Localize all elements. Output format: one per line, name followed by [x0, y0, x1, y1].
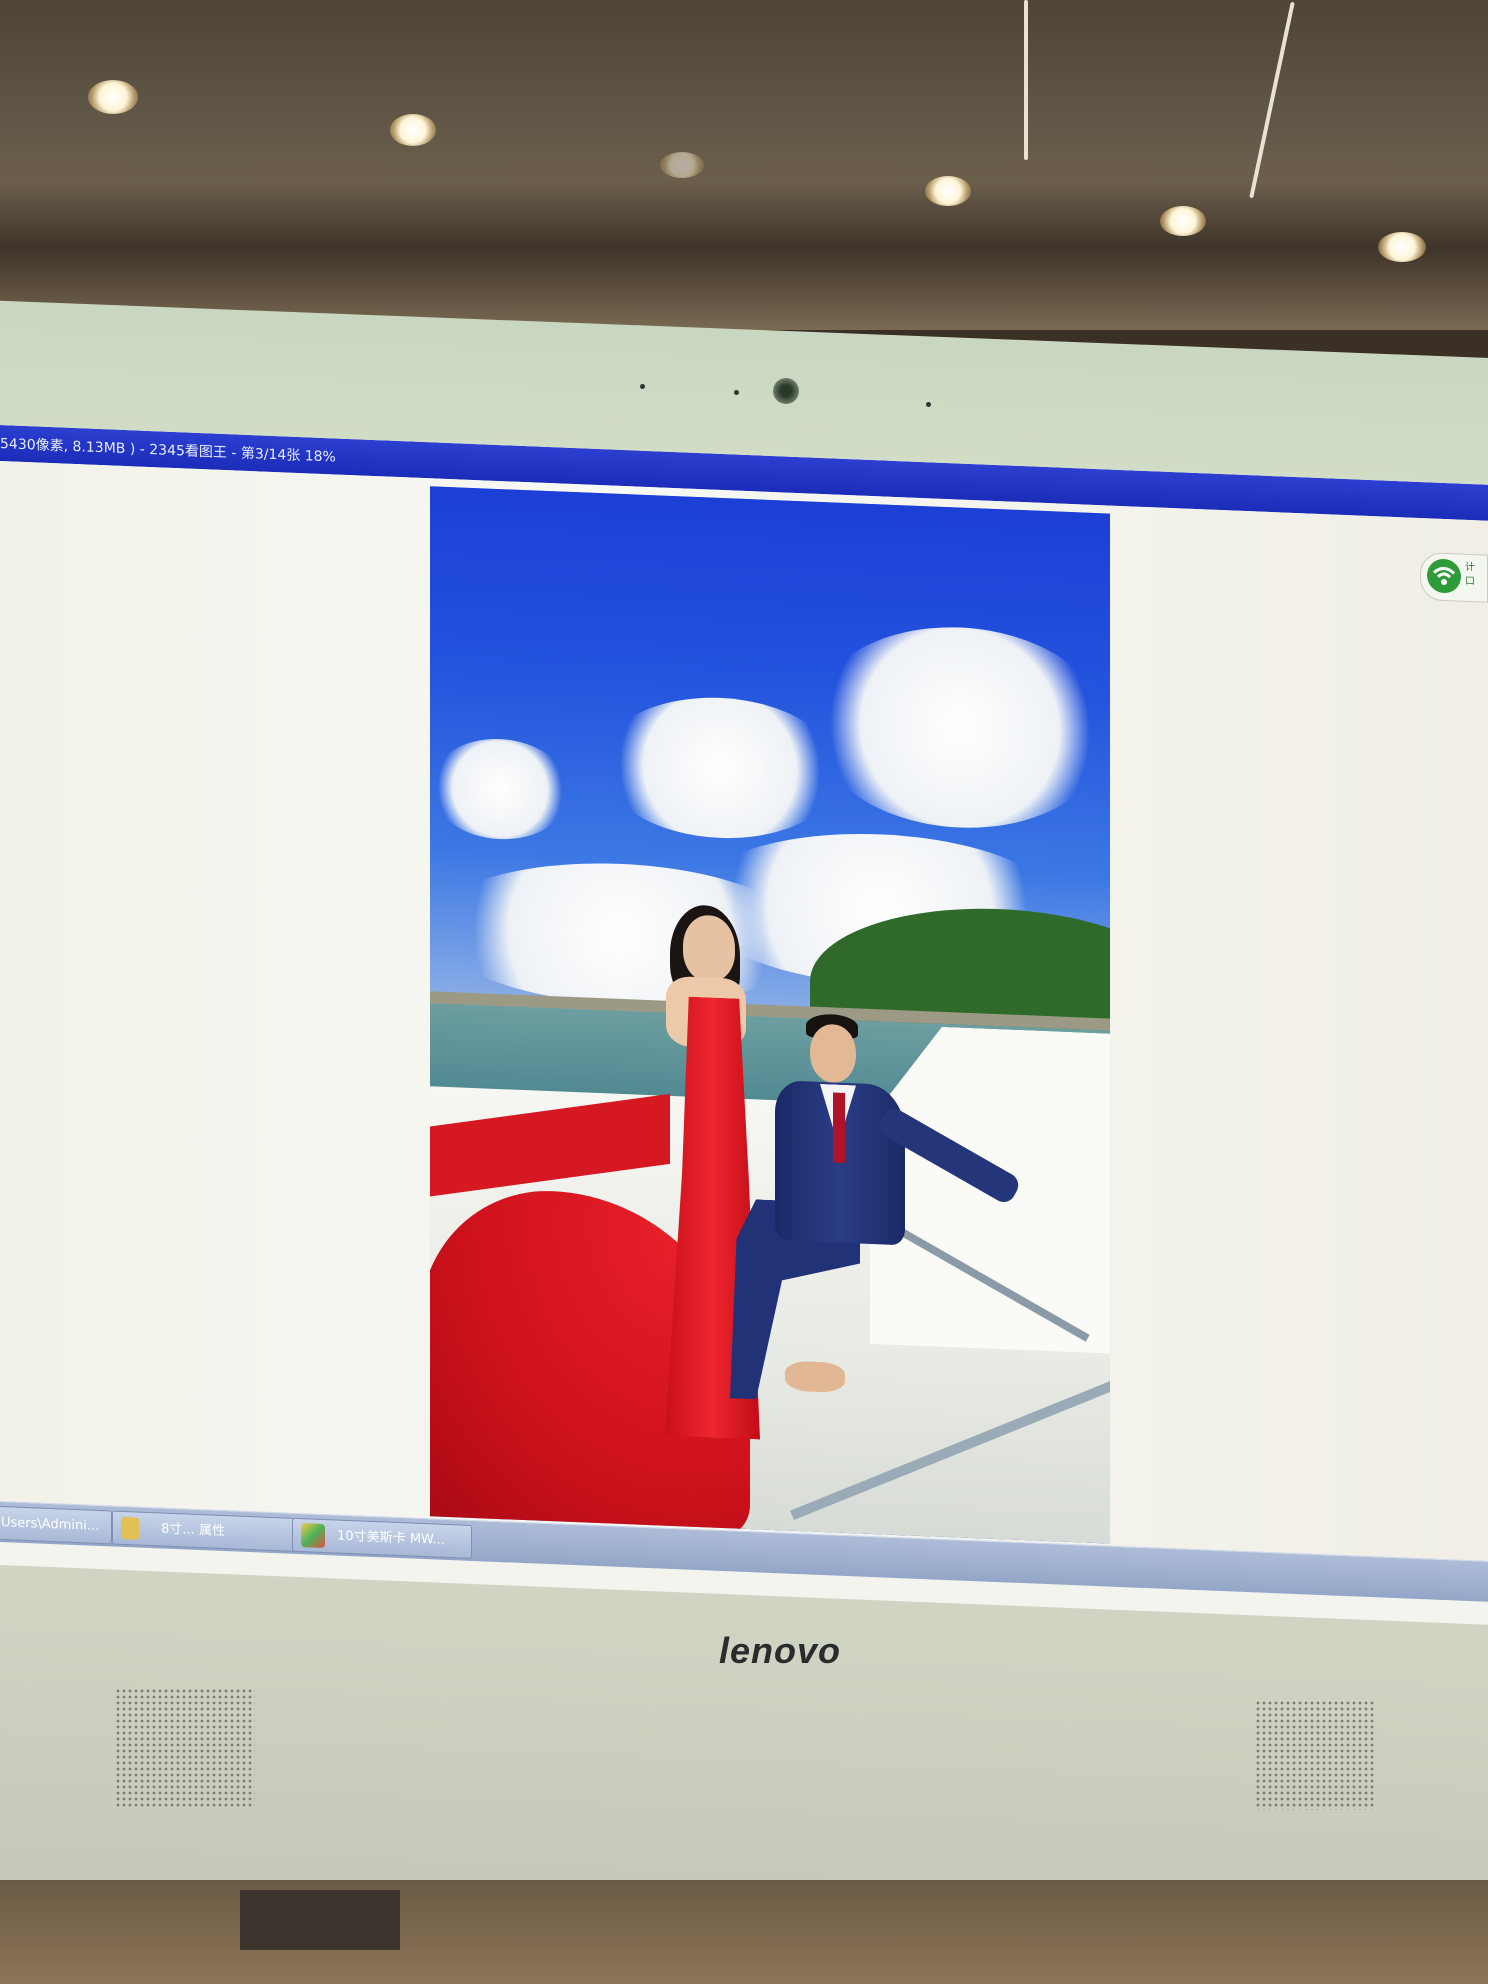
window-title: 5430像素, 8.13MB ) - 2345看图王 - 第3/14张 18%: [0, 436, 336, 466]
taskbar-item-label: 10寸美斯卡 MW...: [337, 1528, 445, 1548]
taskbar-item-label: 8寸... 属性: [161, 1521, 225, 1540]
taskbar-item-image-viewer[interactable]: 10寸美斯卡 MW...: [292, 1517, 472, 1559]
ceiling-light: [660, 152, 704, 178]
ceiling-light: [1160, 206, 1206, 236]
displayed-photo[interactable]: [430, 486, 1110, 1544]
sensor-dot: [640, 384, 645, 389]
photo-man-foot: [785, 1360, 845, 1393]
desk-surface: [0, 1880, 1488, 1984]
photo-woman-head: [683, 914, 735, 983]
ceiling-light: [88, 80, 138, 114]
screen: 5430像素, 8.13MB ) - 2345看图王 - 第3/14张 18%: [0, 425, 1488, 1625]
photo-man-head: [810, 1023, 856, 1084]
ceiling-light: [925, 176, 971, 206]
wifi-icon: [1427, 558, 1461, 594]
wifi-widget[interactable]: 计 口: [1420, 552, 1488, 603]
ceiling-light: [1378, 232, 1426, 262]
webcam-icon: [773, 378, 799, 404]
photo-man-tie: [833, 1092, 845, 1163]
speaker-grille: [115, 1688, 255, 1808]
hanging-cord: [1249, 1, 1295, 199]
taskbar-item-explorer[interactable]: Users\Admini...: [0, 1505, 112, 1545]
wifi-widget-label: 计 口: [1465, 561, 1475, 588]
sensor-dot: [926, 402, 931, 407]
folder-icon: [121, 1516, 139, 1540]
speaker-grille: [1255, 1700, 1375, 1810]
hanging-cord: [1024, 0, 1028, 160]
taskbar-item-properties[interactable]: 8寸... 属性: [112, 1510, 294, 1552]
sensor-dot: [734, 390, 739, 395]
ceiling-light: [390, 114, 436, 146]
monitor-brand-logo: lenovo: [718, 1630, 841, 1671]
taskbar-item-label: Users\Admini...: [1, 1515, 100, 1534]
image-viewer-icon: [301, 1522, 325, 1548]
room-ceiling: [0, 0, 1488, 330]
monitor-stand: [240, 1890, 400, 1950]
